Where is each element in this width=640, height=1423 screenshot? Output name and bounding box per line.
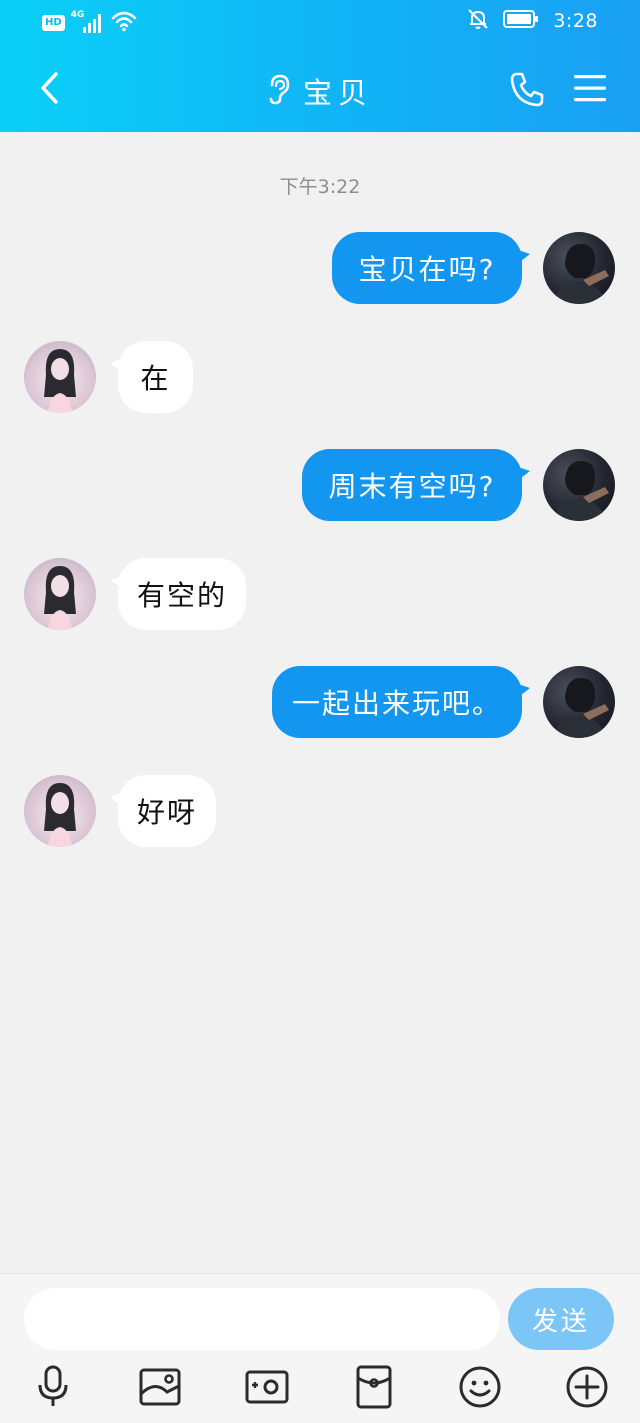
phone-icon <box>510 72 544 107</box>
message-text: 宝贝在吗? <box>358 253 496 286</box>
send-button[interactable]: 发送 <box>508 1288 614 1350</box>
network-type-label: 4G <box>70 10 85 20</box>
wifi-icon <box>111 10 137 36</box>
my-avatar[interactable] <box>543 232 615 304</box>
outgoing-message-bubble[interactable]: 一起出来玩吧。 <box>272 666 530 738</box>
incoming-message-bubble[interactable]: 在 <box>110 341 193 413</box>
outgoing-message-bubble[interactable]: 宝贝在吗? <box>332 232 530 304</box>
battery-icon <box>503 9 539 33</box>
camera-icon[interactable] <box>244 1364 290 1410</box>
message-timestamp: 下午3:22 <box>279 176 361 198</box>
message-text: 有空的 <box>136 579 227 612</box>
contact-avatar[interactable] <box>24 341 96 413</box>
my-avatar[interactable] <box>543 666 615 738</box>
microphone-icon[interactable] <box>30 1364 76 1410</box>
plus-circle-icon[interactable] <box>564 1364 610 1410</box>
bubble-tail <box>512 682 530 702</box>
bubble-tail <box>110 574 128 594</box>
status-bar-right: 3:28 <box>467 8 598 34</box>
status-bar-left: HD 4G <box>42 10 137 36</box>
chat-header: HD 4G 3:28 宝贝 <box>0 0 640 132</box>
contact-avatar[interactable] <box>24 558 96 630</box>
message-text: 周末有空吗? <box>328 470 496 503</box>
bubble-tail <box>110 791 128 811</box>
menu-icon <box>574 75 606 102</box>
cell-signal-icon: 4G <box>70 10 105 34</box>
image-icon[interactable] <box>137 1364 183 1410</box>
call-button[interactable] <box>508 70 546 108</box>
nav-bar: 宝贝 <box>0 56 640 122</box>
emoji-icon[interactable] <box>457 1364 503 1410</box>
bubble-tail <box>512 465 530 485</box>
message-input[interactable] <box>24 1288 500 1350</box>
bubble-tail <box>512 248 530 268</box>
contact-avatar[interactable] <box>24 775 96 847</box>
message-text: 一起出来玩吧。 <box>291 687 502 720</box>
bubble-tail <box>110 357 128 377</box>
chat-title: 宝贝 <box>302 76 373 110</box>
hd-badge: HD <box>42 15 65 31</box>
mute-notification-icon <box>467 8 489 34</box>
my-avatar[interactable] <box>543 449 615 521</box>
composer-toolbar <box>0 1362 640 1412</box>
outgoing-message-bubble[interactable]: 周末有空吗? <box>302 449 530 521</box>
message-composer: 发送 <box>0 1273 640 1423</box>
message-text: 好呀 <box>136 796 197 829</box>
ear-icon[interactable] <box>267 73 291 109</box>
message-text: 在 <box>140 362 171 395</box>
status-bar: HD 4G 3:28 <box>0 0 640 44</box>
red-packet-icon[interactable] <box>351 1364 397 1410</box>
status-time: 3:28 <box>553 10 598 32</box>
menu-button[interactable] <box>572 72 608 104</box>
incoming-message-bubble[interactable]: 好呀 <box>110 775 216 847</box>
incoming-message-bubble[interactable]: 有空的 <box>110 558 246 630</box>
